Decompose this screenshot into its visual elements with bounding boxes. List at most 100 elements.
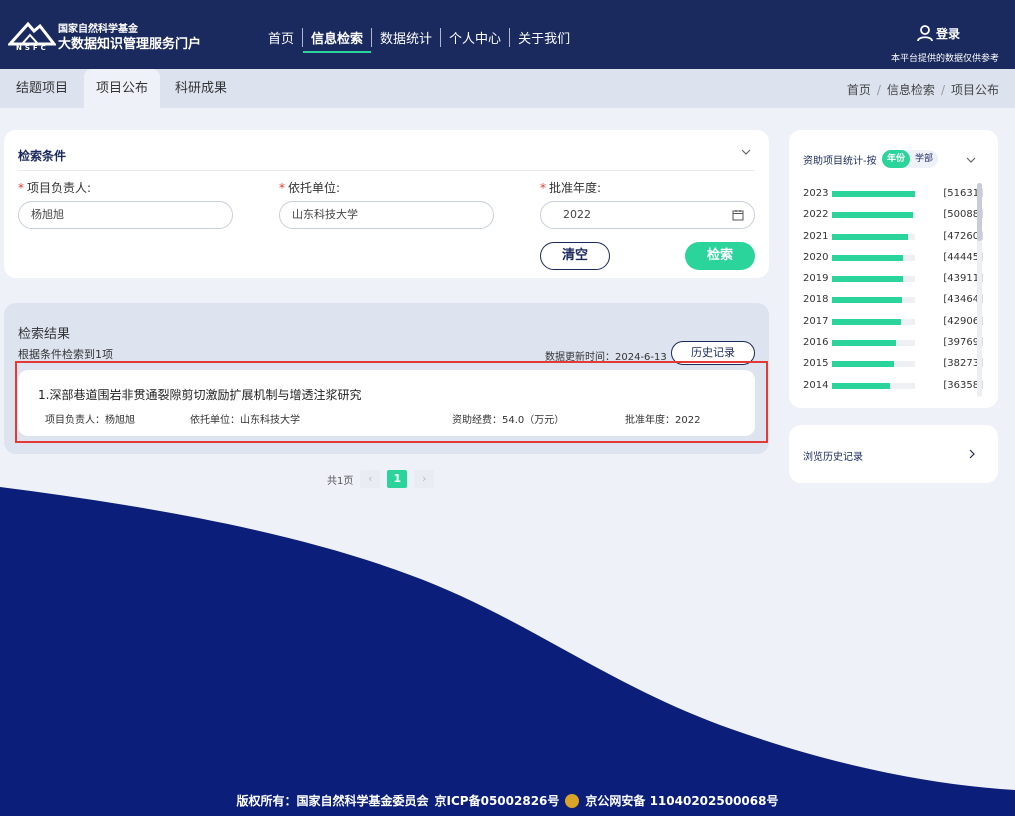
next-page-button[interactable]: › bbox=[414, 470, 435, 488]
stats-row[interactable]: 2017 [42906] bbox=[803, 316, 983, 337]
stats-bar bbox=[832, 254, 904, 261]
search-button[interactable]: 检索 bbox=[685, 242, 755, 270]
stats-year: 2014 bbox=[803, 379, 829, 391]
stats-year: 2021 bbox=[803, 230, 829, 242]
tab-bar: 结题项目 项目公布 科研成果 首页 / 信息检索 / 项目公布 bbox=[0, 69, 1015, 108]
unit-input[interactable]: 山东科技大学 bbox=[279, 201, 494, 229]
stats-row[interactable]: 2015 [38273] bbox=[803, 358, 983, 379]
stats-row[interactable]: 2016 [39769] bbox=[803, 337, 983, 358]
prev-page-button[interactable]: ‹ bbox=[360, 470, 381, 488]
main-nav: 首页 信息检索 数据统计 个人中心 关于我们 bbox=[260, 28, 578, 53]
stats-row[interactable]: 2018 [43464] bbox=[803, 294, 983, 315]
stats-year: 2018 bbox=[803, 294, 829, 306]
top-header: NSFC 国家自然科学基金 大数据知识管理服务门户 首页 信息检索 数据统计 个… bbox=[0, 0, 1015, 69]
stats-row[interactable]: 2014 [36358] bbox=[803, 380, 983, 401]
stats-year: 2016 bbox=[803, 337, 829, 349]
leader-input[interactable]: 杨旭旭 bbox=[18, 201, 233, 229]
stats-year: 2022 bbox=[803, 209, 829, 221]
stats-bar bbox=[832, 297, 902, 304]
scrollbar-thumb[interactable] bbox=[977, 183, 982, 241]
stats-year: 2023 bbox=[803, 188, 829, 199]
stats-bar-track bbox=[832, 361, 915, 368]
login-label: 登录 bbox=[936, 26, 961, 41]
nav-info-search[interactable]: 信息检索 bbox=[302, 28, 372, 53]
stats-bar bbox=[832, 233, 908, 240]
stats-row[interactable]: 2022 [50088] bbox=[803, 209, 983, 230]
stats-bar-track bbox=[832, 191, 915, 197]
stats-bar bbox=[832, 382, 891, 389]
browse-history-card[interactable]: 浏览历史记录 bbox=[789, 425, 998, 483]
nav-about-us[interactable]: 关于我们 bbox=[509, 28, 578, 47]
page-1-button[interactable]: 1 bbox=[387, 470, 408, 488]
stats-bar-track bbox=[832, 340, 915, 347]
login-button[interactable]: 登录 bbox=[916, 24, 960, 42]
stats-year: 2019 bbox=[803, 273, 829, 285]
stats-row[interactable]: 2020 [44445] bbox=[803, 252, 983, 273]
footer-police-record[interactable]: 京公网安备 11040202500068号 bbox=[585, 792, 778, 809]
tab-project-announcement[interactable]: 项目公布 bbox=[84, 69, 161, 108]
police-emblem-icon bbox=[565, 793, 580, 808]
user-icon bbox=[917, 25, 933, 42]
stats-bar-track bbox=[832, 233, 915, 240]
stats-list: 2023 [51631] 2022 [50088] 2021 [47260] 2020 [44… bbox=[803, 188, 983, 401]
calendar-icon bbox=[732, 210, 744, 221]
year-value: 2022 bbox=[563, 208, 591, 221]
stats-bar bbox=[832, 276, 903, 283]
breadcrumb-current: 项目公布 bbox=[950, 83, 999, 97]
stats-toggle: 年份 学部 bbox=[882, 150, 939, 168]
footer: 版权所有：国家自然科学基金委员会 京ICP备05002826号 京公网安备 11… bbox=[0, 792, 1015, 809]
stats-bar-track bbox=[832, 212, 915, 219]
breadcrumb-home[interactable]: 首页 bbox=[847, 81, 871, 98]
stats-bar-track bbox=[832, 297, 915, 304]
breadcrumb-info-search[interactable]: 信息检索 bbox=[887, 81, 935, 98]
stats-row[interactable]: 2021 [47260] bbox=[803, 231, 983, 252]
divider bbox=[18, 170, 755, 171]
logo-abbr: NSFC bbox=[16, 44, 49, 52]
stats-row[interactable]: 2019 [43911] bbox=[803, 273, 983, 294]
clear-button[interactable]: 清空 bbox=[540, 242, 610, 270]
tab-completed-projects[interactable]: 结题项目 bbox=[4, 69, 80, 108]
stats-scrollbar[interactable] bbox=[977, 183, 982, 397]
year-picker[interactable]: 2022 bbox=[540, 201, 755, 229]
browse-history-label: 浏览历史记录 bbox=[803, 452, 863, 463]
stats-bar-track bbox=[832, 318, 915, 325]
stats-bar bbox=[832, 340, 896, 347]
logo-portal-name: 大数据知识管理服务门户 bbox=[58, 37, 202, 52]
chevron-down-icon[interactable] bbox=[966, 155, 976, 165]
nsfc-logo[interactable]: NSFC 国家自然科学基金 大数据知识管理服务门户 bbox=[8, 16, 201, 56]
nav-personal-center[interactable]: 个人中心 bbox=[440, 28, 509, 47]
toggle-by-department[interactable]: 学部 bbox=[910, 150, 938, 168]
search-conditions-card: 检索条件 * 项目负责人: 杨旭旭 * 依托单位: 山东科技大学 * 批准年度: 20… bbox=[4, 130, 769, 278]
stats-row[interactable]: 2023 [51631] bbox=[803, 188, 983, 209]
footer-icp[interactable]: 京ICP备05002826号 bbox=[435, 792, 560, 809]
pagination: 共1页 ‹ 1 › bbox=[327, 470, 435, 488]
stats-bar-track bbox=[832, 254, 915, 261]
stats-bar bbox=[832, 191, 915, 197]
stats-year: 2015 bbox=[803, 358, 829, 370]
nav-home[interactable]: 首页 bbox=[260, 28, 302, 47]
footer-copyright: 版权所有：国家自然科学基金委员会 bbox=[236, 794, 429, 808]
chevron-right-icon bbox=[969, 449, 975, 459]
stats-title: 资助项目统计-按 bbox=[803, 156, 877, 167]
stats-bar bbox=[832, 212, 913, 219]
data-disclaimer: 本平台提供的数据仅供参考 bbox=[890, 54, 999, 64]
results-title: 检索结果 bbox=[18, 327, 71, 342]
funding-stats-card: 资助项目统计-按 年份 学部 2023 [51631] 2022 [50088] 202… bbox=[789, 130, 998, 408]
unit-label: * 依托单位: bbox=[279, 181, 341, 195]
stats-bar bbox=[832, 318, 901, 325]
nav-data-stats[interactable]: 数据统计 bbox=[371, 28, 440, 47]
stats-bar bbox=[832, 361, 894, 368]
chevron-down-icon[interactable] bbox=[741, 147, 751, 157]
stats-year: 2020 bbox=[803, 251, 829, 263]
stats-bar-track bbox=[832, 382, 915, 389]
breadcrumb-separator: / bbox=[876, 82, 881, 97]
total-pages: 共1页 bbox=[327, 475, 354, 487]
tab-research-results[interactable]: 科研成果 bbox=[163, 69, 239, 108]
toggle-by-year[interactable]: 年份 bbox=[882, 150, 911, 168]
stats-bar-track bbox=[832, 276, 915, 283]
leader-label: * 项目负责人: bbox=[18, 181, 92, 195]
year-label: * 批准年度: bbox=[540, 181, 602, 195]
breadcrumb: 首页 / 信息检索 / 项目公布 bbox=[847, 81, 999, 98]
breadcrumb-separator: / bbox=[940, 82, 945, 97]
search-conditions-title: 检索条件 bbox=[18, 149, 67, 163]
